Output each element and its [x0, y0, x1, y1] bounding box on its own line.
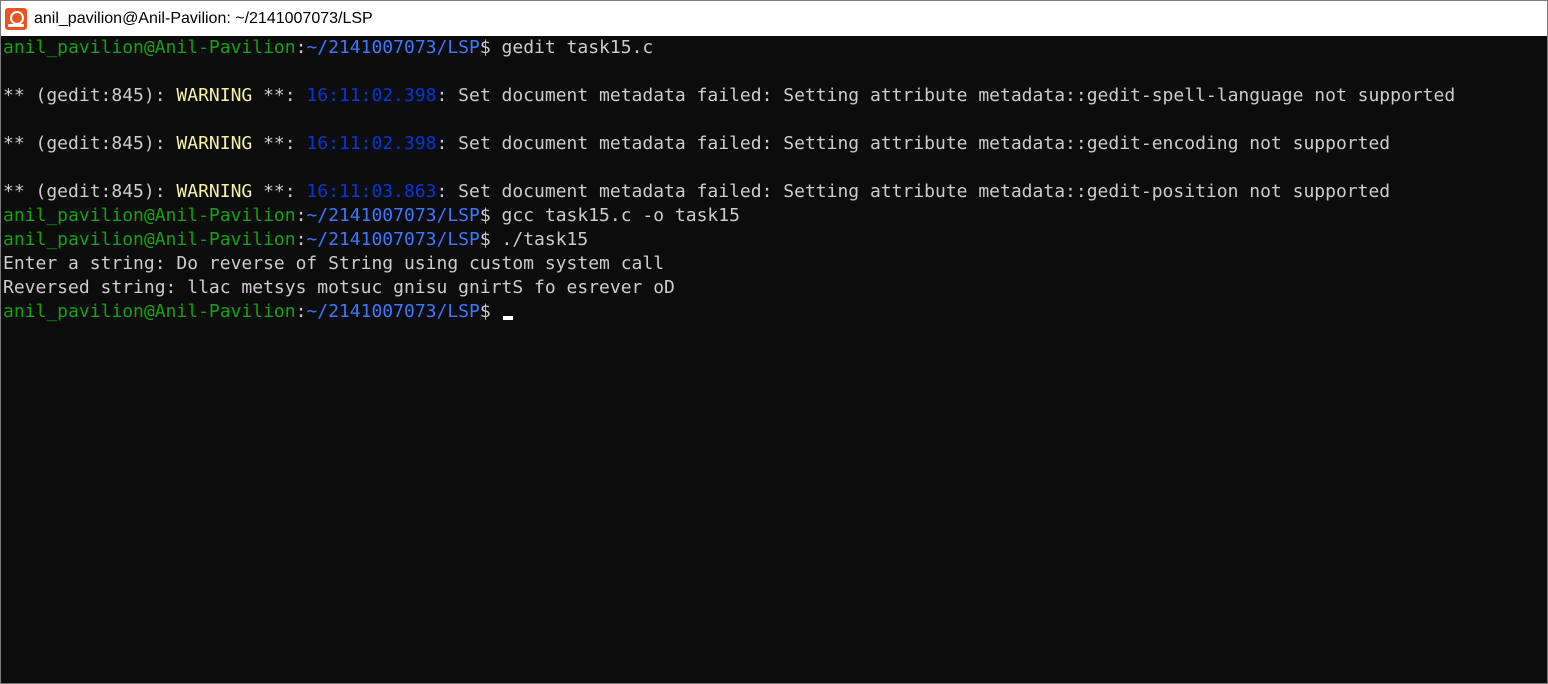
- prompt-colon: :: [295, 301, 307, 322]
- warning-message: : Set document metadata failed: Setting …: [436, 85, 1456, 106]
- warning-prefix: ** (gedit:845):: [3, 181, 177, 202]
- prompt-colon: :: [295, 229, 307, 250]
- command-text: [491, 301, 502, 322]
- prompt-path: ~/2141007073/LSP: [306, 301, 480, 322]
- prompt-dollar: $: [479, 205, 491, 226]
- warning-stars: **:: [252, 133, 307, 154]
- warning-message: : Set document metadata failed: Setting …: [436, 133, 1391, 154]
- terminal-output[interactable]: anil_pavilion@Anil-Pavilion:~/2141007073…: [1, 36, 1547, 683]
- warning-timestamp: 16:11:02.398: [306, 133, 437, 154]
- prompt-dollar: $: [479, 229, 491, 250]
- output-line: Enter a string: Do reverse of String usi…: [3, 253, 665, 274]
- warning-level: WARNING: [176, 181, 253, 202]
- warning-message: : Set document metadata failed: Setting …: [436, 181, 1391, 202]
- warning-level: WARNING: [176, 85, 253, 106]
- warning-level: WARNING: [176, 133, 253, 154]
- prompt-user-host: anil_pavilion@Anil-Pavilion: [3, 301, 296, 322]
- command-text: gedit task15.c: [490, 37, 654, 58]
- terminal-window: anil_pavilion@Anil-Pavilion: ~/214100707…: [0, 0, 1548, 684]
- prompt-path: ~/2141007073/LSP: [306, 205, 480, 226]
- prompt-dollar: $: [479, 37, 491, 58]
- output-line: Reversed string: llac metsys motsuc gnis…: [3, 277, 675, 298]
- warning-line: ** (gedit:845): WARNING **: 16:11:02.398…: [3, 84, 1545, 108]
- ubuntu-app-icon[interactable]: [5, 7, 27, 30]
- prompt-path: ~/2141007073/LSP: [306, 37, 480, 58]
- warning-prefix: ** (gedit:845):: [3, 85, 177, 106]
- prompt-line: anil_pavilion@Anil-Pavilion:~/2141007073…: [3, 204, 1545, 228]
- warning-stars: **:: [252, 85, 307, 106]
- prompt-dollar: $: [479, 301, 491, 322]
- warning-line: ** (gedit:845): WARNING **: 16:11:02.398…: [3, 132, 1545, 156]
- prompt-line: anil_pavilion@Anil-Pavilion:~/2141007073…: [3, 228, 1545, 252]
- warning-timestamp: 16:11:03.863: [306, 181, 437, 202]
- prompt-path: ~/2141007073/LSP: [306, 229, 480, 250]
- warning-line: ** (gedit:845): WARNING **: 16:11:03.863…: [3, 180, 1545, 204]
- prompt-line: anil_pavilion@Anil-Pavilion:~/2141007073…: [3, 36, 1545, 60]
- prompt-line: anil_pavilion@Anil-Pavilion:~/2141007073…: [3, 300, 1545, 324]
- text-cursor[interactable]: [502, 316, 513, 320]
- prompt-colon: :: [295, 205, 307, 226]
- prompt-user-host: anil_pavilion@Anil-Pavilion: [3, 37, 296, 58]
- title-bar[interactable]: anil_pavilion@Anil-Pavilion: ~/214100707…: [1, 1, 1547, 36]
- warning-prefix: ** (gedit:845):: [3, 133, 177, 154]
- prompt-user-host: anil_pavilion@Anil-Pavilion: [3, 205, 296, 226]
- warning-stars: **:: [252, 181, 307, 202]
- command-text: gcc task15.c -o task15: [490, 205, 740, 226]
- warning-timestamp: 16:11:02.398: [306, 85, 437, 106]
- command-text: ./task15: [490, 229, 589, 250]
- window-title: anil_pavilion@Anil-Pavilion: ~/214100707…: [34, 9, 373, 27]
- prompt-user-host: anil_pavilion@Anil-Pavilion: [3, 229, 296, 250]
- prompt-colon: :: [295, 37, 307, 58]
